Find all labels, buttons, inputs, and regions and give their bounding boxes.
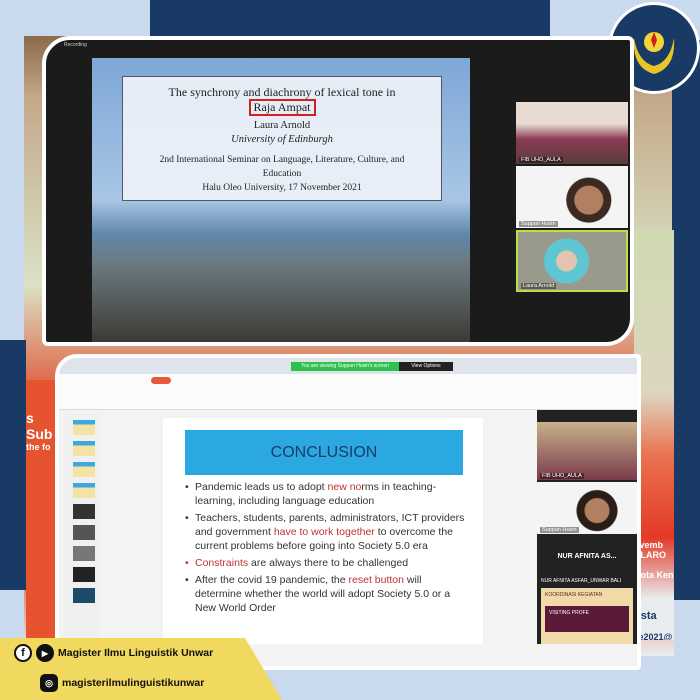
screen-share-banner: You are viewing Suppan Husin's screen xyxy=(291,362,399,371)
slide-thumbnails-panel xyxy=(65,414,99,664)
slide-venue-date: Halu Oleo University, 17 November 2021 xyxy=(202,183,362,193)
screen-share-window: You are viewing Suppan Husin's screen Vi… xyxy=(55,354,641,670)
participant-name: Suppan Husin xyxy=(519,221,558,227)
zoom-video-panel: FIB UHO_AULA Suppan Husin NUR AFNITA AS.… xyxy=(537,410,637,644)
presentation-ribbon-toolbar xyxy=(59,374,637,410)
participant-name-large: NUR AFNITA AS... xyxy=(557,553,617,560)
participant-tile[interactable]: FIB UHO_AULA xyxy=(537,422,637,480)
slide-author: Laura Arnold xyxy=(253,120,311,131)
slide-thumbnail[interactable] xyxy=(73,483,95,498)
bullet-item: After the covid 19 pandemic, the reset b… xyxy=(185,573,470,615)
slide-thumbnail[interactable] xyxy=(73,588,95,603)
bullet-item: Teachers, students, parents, administrat… xyxy=(185,511,470,553)
background-navy-strip-left xyxy=(0,340,26,590)
participant-tile[interactable]: FIB UHO_AULA xyxy=(516,102,628,164)
slide-heading: CONCLUSION xyxy=(185,430,463,475)
instagram-icon[interactable]: ◎ xyxy=(40,674,58,692)
bullet-item: Constraints are always there to be chall… xyxy=(185,556,470,570)
participant-tile-active[interactable]: Laura Arnold xyxy=(516,230,628,292)
participant-tile[interactable]: Suppan Husin xyxy=(537,482,637,534)
slide-event: 2nd International Seminar on Language, L… xyxy=(159,155,405,165)
background-navy-strip xyxy=(672,40,700,600)
zoom-meeting-window: Recording The synchrony and diachrony of… xyxy=(42,36,634,346)
conclusion-slide: CONCLUSION Pandemic leads us to adopt ne… xyxy=(163,418,483,644)
slide-title-highlight: Raja Ampat xyxy=(248,99,316,116)
slide-title: The synchrony and diachrony of lexical t… xyxy=(168,85,396,99)
instagram-handle: magisterilmulinguistikunwar xyxy=(62,677,205,689)
recording-label: Recording xyxy=(64,42,87,48)
youtube-icon[interactable]: ▶ xyxy=(36,644,54,662)
slide-affiliation: University of Edinburgh xyxy=(231,134,333,145)
bullet-list: Pandemic leads us to adopt new norms in … xyxy=(185,480,470,618)
participant-tile[interactable]: Suppan Husin xyxy=(516,166,628,228)
shared-card: KOORDINASI KEGIATAN VISITING PROFE xyxy=(541,588,633,644)
participant-name: Laura Arnold xyxy=(521,283,557,289)
bullet-item: Pandemic leads us to adopt new norms in … xyxy=(185,480,470,508)
poster-left-panel: s Sub the fo xyxy=(26,380,56,640)
presentation-slide: The synchrony and diachrony of lexical t… xyxy=(92,58,470,342)
card-title: KOORDINASI KEGIATAN xyxy=(545,592,603,598)
participant-name: Suppan Husin xyxy=(540,527,579,533)
slide-thumbnail[interactable] xyxy=(73,504,95,519)
card-subtitle: VISITING PROFE xyxy=(545,606,629,632)
slide-thumbnail[interactable] xyxy=(73,567,95,582)
slide-event-2: Education xyxy=(262,169,302,179)
participant-name: FIB UHO_AULA xyxy=(519,157,563,163)
slide-thumbnail[interactable] xyxy=(73,525,95,540)
ribbon-home-tab[interactable] xyxy=(151,377,171,384)
poster-heading: s Sub xyxy=(26,410,53,442)
poster-subheading: the fo xyxy=(26,442,51,452)
participant-label: NUR AFNITA ASFAR_UNWAR BALI xyxy=(541,578,622,584)
slide-thumbnail[interactable] xyxy=(73,462,95,477)
background-navy-bar xyxy=(150,0,550,36)
slide-title-box: The synchrony and diachrony of lexical t… xyxy=(122,76,442,201)
slide-thumbnail[interactable] xyxy=(73,441,95,456)
slide-thumbnail[interactable] xyxy=(73,420,95,435)
facebook-icon[interactable]: f xyxy=(14,644,32,662)
slide-thumbnail[interactable] xyxy=(73,546,95,561)
participant-name: FIB UHO_AULA xyxy=(540,473,584,479)
view-options-button[interactable]: View Options xyxy=(399,362,453,371)
social-footer: f ▶ Magister Ilmu Linguistik Unwar ◎ magist… xyxy=(0,638,282,700)
channel-name: Magister Ilmu Linguistik Unwar xyxy=(58,647,214,659)
